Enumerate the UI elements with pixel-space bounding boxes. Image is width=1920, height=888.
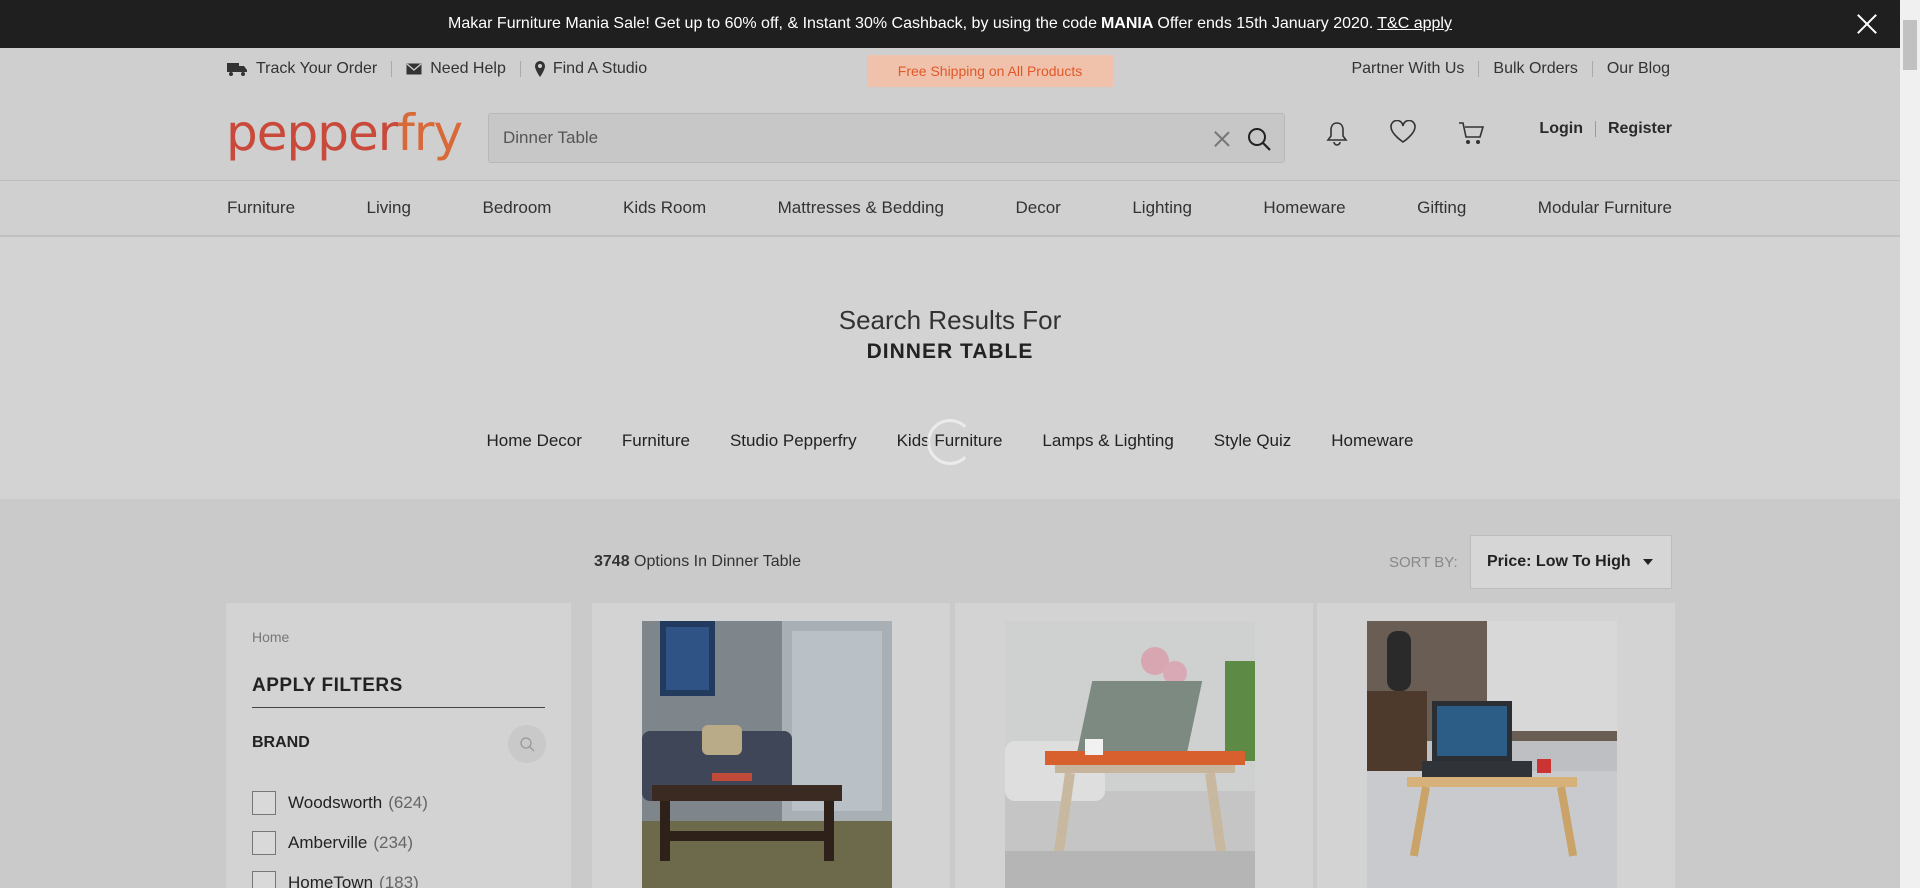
clear-search-icon[interactable] <box>1212 129 1232 149</box>
product-image[interactable] <box>1005 621 1255 888</box>
divider <box>1591 61 1593 77</box>
mail-icon <box>406 63 422 75</box>
track-order-label: Track Your Order <box>256 60 378 77</box>
caret-down-icon <box>1642 559 1653 565</box>
sort-dropdown[interactable]: Price: Low To High <box>1470 535 1672 589</box>
category-home-decor[interactable]: Home Decor <box>487 431 582 451</box>
find-studio-link[interactable]: Find A Studio <box>534 60 648 78</box>
category-homeware[interactable]: Homeware <box>1331 431 1413 451</box>
category-lamps-lighting[interactable]: Lamps & Lighting <box>1042 431 1173 451</box>
brand-option[interactable]: HomeTown (183) <box>252 871 419 888</box>
brand-count: (183) <box>379 873 419 888</box>
brand-count: (234) <box>373 833 414 852</box>
scrollbar-thumb[interactable] <box>1903 20 1917 70</box>
results-query: DINNER TABLE <box>866 340 1034 363</box>
search-input[interactable]: Dinner Table <box>488 113 1285 163</box>
search-icon <box>520 737 535 752</box>
cart-icon[interactable] <box>1457 120 1485 146</box>
divider <box>519 61 521 77</box>
nav-item-living[interactable]: Living <box>367 198 411 218</box>
sort-value: Price: Low To High <box>1487 553 1631 570</box>
category-studio-pepperfry[interactable]: Studio Pepperfry <box>730 431 857 451</box>
promo-ends: Offer ends 15th January 2020. <box>1157 15 1374 32</box>
category-furniture[interactable]: Furniture <box>622 431 690 451</box>
brand-option[interactable]: Woodsworth (624) <box>252 791 428 815</box>
checkbox[interactable] <box>252 871 276 888</box>
site-header: pepperfry Dinner Table Login Register <box>0 96 1900 180</box>
product-card[interactable] <box>592 603 950 888</box>
checkbox[interactable] <box>252 831 276 855</box>
checkbox[interactable] <box>252 791 276 815</box>
register-link[interactable]: Register <box>1608 120 1672 138</box>
truck-icon <box>227 63 247 76</box>
bell-icon[interactable] <box>1325 120 1349 146</box>
login-link[interactable]: Login <box>1539 120 1583 138</box>
filter-panel: Home APPLY FILTERS BRAND Woodsworth (624)… <box>226 603 571 888</box>
results-count-number: 3748 <box>594 553 630 570</box>
brand-count: (624) <box>388 793 428 812</box>
free-shipping-badge: Free Shipping on All Products <box>867 55 1113 87</box>
brand-name: Woodsworth <box>288 793 383 812</box>
find-studio-label: Find A Studio <box>552 60 648 77</box>
search-value: Dinner Table <box>503 128 599 147</box>
nav-item-homeware[interactable]: Homeware <box>1263 198 1345 218</box>
product-card[interactable] <box>955 603 1313 888</box>
results-title: Search Results For <box>838 305 1062 335</box>
divider <box>1478 61 1480 77</box>
need-help-link[interactable]: Need Help <box>406 60 506 78</box>
brand-search-button[interactable] <box>508 725 546 763</box>
nav-item-bedroom[interactable]: Bedroom <box>482 198 551 218</box>
pepperfry-logo[interactable]: pepperfry <box>226 104 463 162</box>
bulk-orders-link[interactable]: Bulk Orders <box>1493 60 1577 78</box>
brand-name: HomeTown <box>288 873 374 888</box>
nav-item-mattresses[interactable]: Mattresses & Bedding <box>778 198 944 218</box>
product-image[interactable] <box>1367 621 1617 888</box>
utility-bar: Track Your Order Need Help Find A Studio… <box>0 48 1900 96</box>
product-card[interactable] <box>1317 603 1675 888</box>
close-icon[interactable] <box>1854 11 1880 37</box>
track-order-link[interactable]: Track Your Order <box>226 60 377 78</box>
product-image[interactable] <box>642 621 892 888</box>
divider <box>252 707 545 708</box>
nav-item-furniture[interactable]: Furniture <box>227 198 295 218</box>
promo-code: MANIA <box>1100 15 1154 32</box>
nav-item-lighting[interactable]: Lighting <box>1132 198 1192 218</box>
partner-link[interactable]: Partner With Us <box>1351 60 1464 78</box>
need-help-label: Need Help <box>430 60 506 77</box>
brand-option[interactable]: Amberville (234) <box>252 831 413 855</box>
loading-spinner-icon <box>927 419 973 465</box>
logo-part-1: pepper <box>226 104 398 162</box>
blog-link[interactable]: Our Blog <box>1607 60 1670 78</box>
results-count-label: Options In Dinner Table <box>634 553 801 570</box>
heart-icon[interactable] <box>1389 120 1417 144</box>
nav-item-kids-room[interactable]: Kids Room <box>623 198 706 218</box>
search-icon[interactable] <box>1246 126 1272 152</box>
logo-part-2: fry <box>397 104 463 162</box>
brand-filter-label: BRAND <box>252 734 310 751</box>
nav-item-decor[interactable]: Decor <box>1015 198 1060 218</box>
promo-tc-link[interactable]: T&C apply <box>1377 15 1452 33</box>
main-nav: Furniture Living Bedroom Kids Room Mattr… <box>0 180 1900 237</box>
filters-heading: APPLY FILTERS <box>252 675 403 696</box>
nav-item-gifting[interactable]: Gifting <box>1417 198 1466 218</box>
promo-text: Makar Furniture Mania Sale! Get up to 60… <box>448 15 1097 32</box>
location-pin-icon <box>534 61 545 77</box>
breadcrumb[interactable]: Home <box>252 629 289 645</box>
promo-banner: Makar Furniture Mania Sale! Get up to 60… <box>0 0 1900 48</box>
divider <box>1594 121 1596 137</box>
nav-item-modular-furniture[interactable]: Modular Furniture <box>1538 198 1672 218</box>
product-listing: 3748 Options In Dinner Table SORT BY: Pr… <box>0 499 1900 888</box>
divider <box>391 61 393 77</box>
sort-label: SORT BY: <box>1389 554 1458 571</box>
category-style-quiz[interactable]: Style Quiz <box>1214 431 1291 451</box>
brand-name: Amberville <box>288 833 368 852</box>
scrollbar[interactable] <box>1900 0 1920 888</box>
results-count: 3748 Options In Dinner Table <box>594 553 801 571</box>
